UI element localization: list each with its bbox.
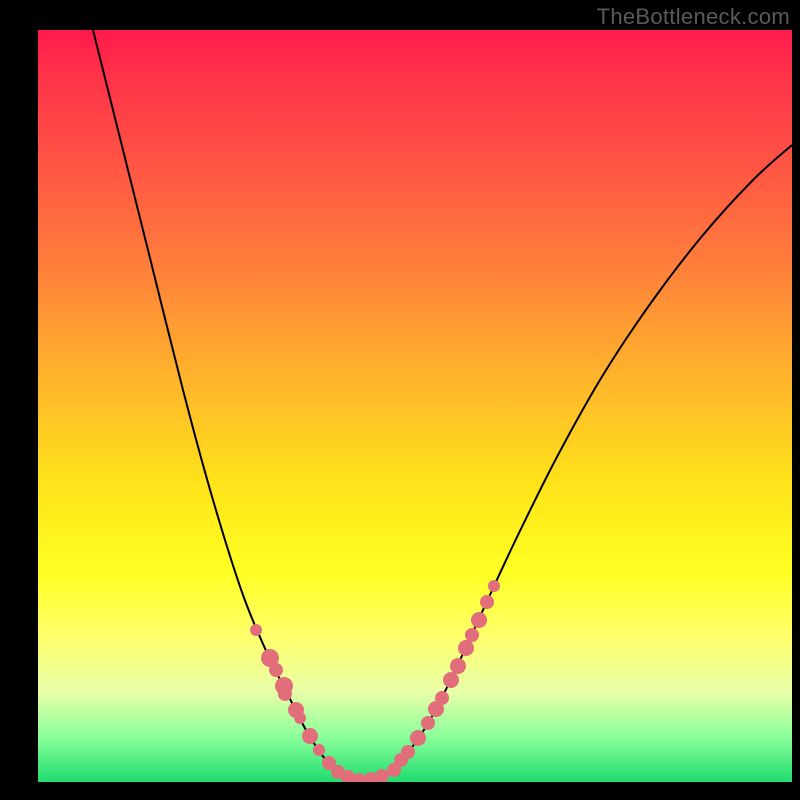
- dot-marker: [458, 640, 474, 656]
- dot-marker: [269, 663, 283, 677]
- dot-marker: [294, 712, 306, 724]
- dot-marker: [375, 769, 389, 782]
- dot-marker: [302, 728, 318, 744]
- dot-marker: [278, 687, 292, 701]
- dot-marker: [443, 672, 459, 688]
- dot-markers: [250, 580, 500, 782]
- dot-marker: [471, 612, 487, 628]
- dot-marker: [435, 691, 449, 705]
- chart-frame: TheBottleneck.com: [0, 0, 800, 800]
- dot-marker: [410, 730, 426, 746]
- plot-overlay: [38, 30, 792, 782]
- dot-marker: [450, 658, 466, 674]
- plot-area: [38, 30, 792, 782]
- dot-marker: [480, 595, 494, 609]
- watermark-text: TheBottleneck.com: [597, 4, 790, 30]
- dot-marker: [488, 580, 500, 592]
- dot-marker: [313, 744, 325, 756]
- dot-marker: [421, 716, 435, 730]
- dot-marker: [250, 624, 262, 636]
- curve-line: [93, 30, 792, 780]
- dot-marker: [401, 745, 415, 759]
- dot-marker: [465, 628, 479, 642]
